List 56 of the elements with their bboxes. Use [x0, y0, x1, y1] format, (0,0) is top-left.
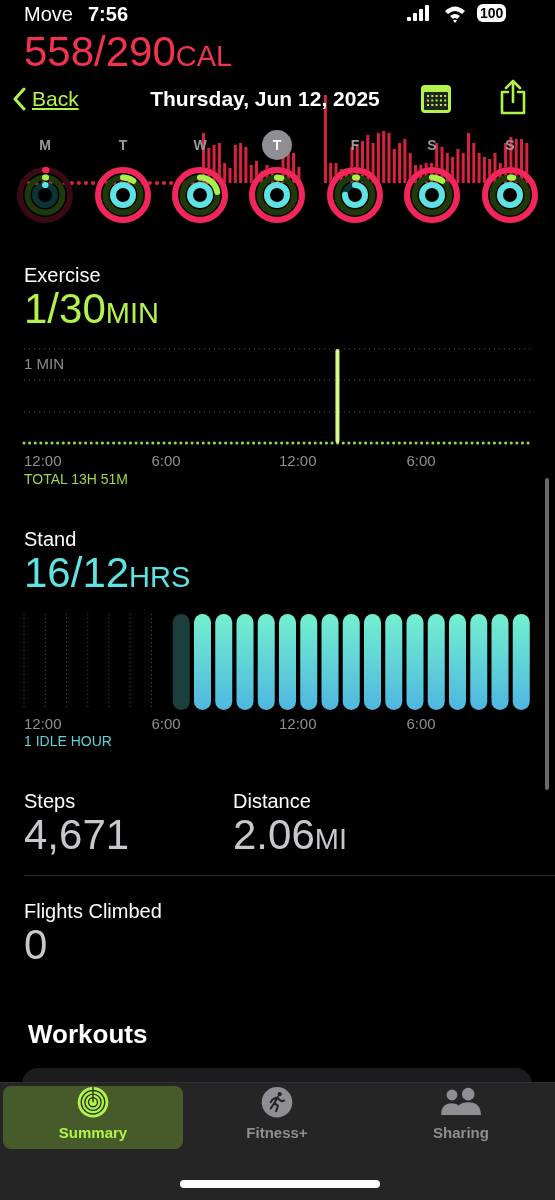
total-label: TOTAL 13H 51M	[23, 470, 129, 488]
axis-label: 12:00	[24, 715, 62, 732]
move-bar	[525, 143, 529, 183]
section-title: Move	[24, 2, 74, 26]
section-title: Stand	[23, 527, 78, 551]
day-label[interactable]: S	[417, 130, 447, 160]
axis-label: 6:00	[151, 452, 181, 469]
tab[interactable]: Summary	[3, 1086, 183, 1149]
exercise-unit: MIN	[105, 296, 159, 331]
stat-unit: MI	[314, 822, 347, 857]
wifi-icon	[444, 5, 466, 23]
section-title: Exercise	[23, 263, 102, 287]
axis-label: 6:00	[406, 452, 436, 469]
axis-label: 6:00	[151, 715, 181, 732]
axis-label: 6:00	[406, 715, 436, 732]
calendar-button[interactable]	[420, 84, 452, 114]
stand-unit: HRS	[129, 560, 191, 595]
axis-label: 12:00	[24, 452, 62, 469]
axis-label: 1 MIN	[24, 355, 64, 372]
stat-value: 0	[24, 923, 48, 967]
move-bar	[467, 133, 470, 183]
activity-rings-icon	[94, 166, 152, 224]
activity-rings-icon	[403, 166, 461, 224]
stat-label: Flights Climbed	[24, 899, 163, 923]
move-bar	[361, 141, 364, 183]
chevron-icon	[12, 87, 26, 111]
back-button[interactable]: Back	[10, 82, 81, 116]
stat-label: Distance	[233, 789, 312, 813]
status-time: 7:56	[88, 2, 129, 26]
activity-rings-icon	[171, 166, 229, 224]
section-heading: Workouts	[27, 1018, 149, 1050]
activity-rings-icon	[326, 166, 384, 224]
move-bar	[414, 165, 417, 183]
runner-icon	[259, 1086, 295, 1119]
move-unit: CAL	[175, 39, 233, 74]
stat-label: Steps	[24, 789, 77, 813]
axis-label: 12:00	[279, 452, 317, 469]
activity-rings-icon	[16, 166, 74, 224]
exercise-value: 1/30	[24, 287, 106, 331]
activity-rings-icon	[248, 166, 306, 224]
tab[interactable]: Sharing	[371, 1086, 551, 1149]
idle-summary: 1 IDLE HOUR	[23, 732, 113, 750]
activity-rings-icon	[481, 166, 539, 224]
rings-icon	[75, 1086, 111, 1119]
axis-label: 12:00	[279, 715, 317, 732]
tab[interactable]: Fitness+	[187, 1086, 367, 1149]
battery-level: 100	[477, 4, 507, 22]
stand-value: 16/12	[24, 551, 130, 595]
day-label[interactable]: M	[30, 130, 60, 160]
signal-icon	[407, 5, 431, 23]
move-value: 558/290	[24, 30, 176, 74]
day-label[interactable]: S	[495, 130, 525, 160]
day-label[interactable]: T	[108, 130, 138, 160]
stat-value: 4,671	[24, 813, 130, 857]
share-button[interactable]	[498, 79, 528, 115]
stat-value: 2.06	[233, 813, 315, 857]
